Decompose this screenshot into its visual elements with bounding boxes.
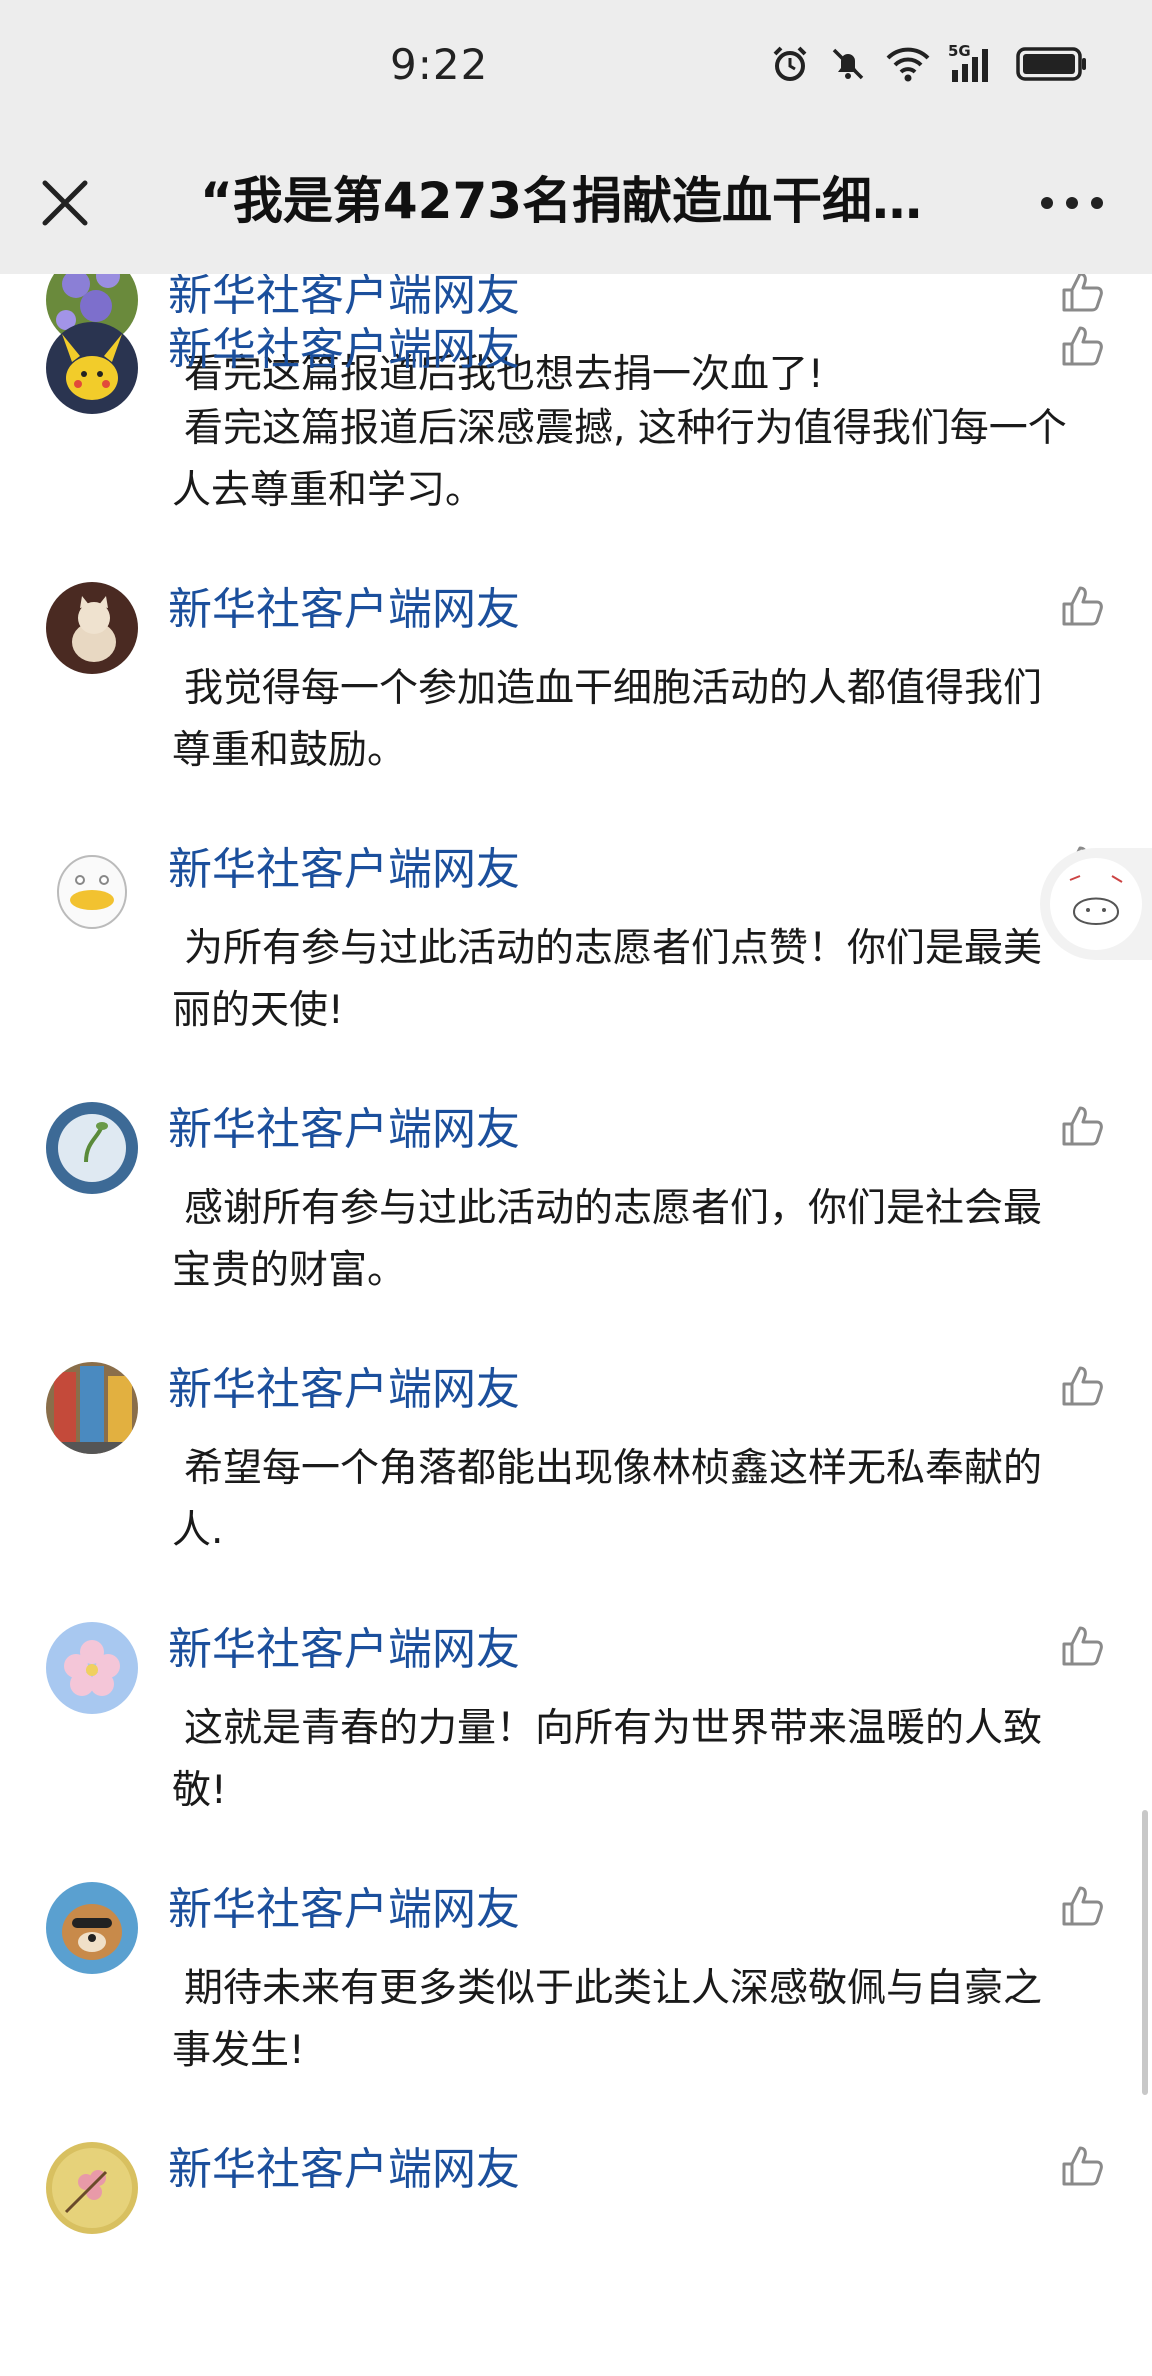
floating-sticker-button[interactable] (1040, 848, 1152, 960)
close-icon (42, 180, 88, 226)
battery-icon (1016, 47, 1086, 81)
more-icon (1041, 197, 1103, 209)
alarm-icon (773, 46, 807, 81)
comment-text: 希望每一个角落都能出现像林桢鑫这样无私奉献的人. (172, 1446, 1043, 1553)
like-icon[interactable] (1058, 2142, 1106, 2190)
comment-text: 这就是青春的力量！向所有为世界带来温暖的人致敬! (172, 1706, 1043, 1813)
street-avatar-icon[interactable] (46, 1362, 138, 1454)
comment-item: 新华社客户端网友 希望每一个角落都能出现像林桢鑫这样无私奉献的人. (0, 1338, 1152, 1598)
more-button[interactable] (1032, 178, 1112, 228)
comment-list[interactable]: 新华社客户端网友 看完这篇报道后我也想去捐一次血了! 新华社客户端网友 看完这篇… (0, 274, 1152, 2376)
comment-text: 为所有参与过此活动的志愿者们点赞！你们是最美丽的天使! (172, 926, 1043, 1033)
comment-item: 新华社客户端网友 (0, 2118, 1152, 2376)
like-icon[interactable] (1058, 1622, 1106, 1670)
comment-author[interactable]: 新华社客户端网友 (168, 582, 520, 638)
comment-author[interactable]: 新华社客户端网友 (168, 1622, 520, 1678)
comment-author[interactable]: 新华社客户端网友 (168, 2142, 520, 2198)
comment-text: 感谢所有参与过此活动的志愿者们，你们是社会最宝贵的财富。 (172, 1186, 1043, 1293)
like-icon[interactable] (1058, 582, 1106, 630)
status-icons: 5G (770, 42, 1088, 86)
comment-author[interactable]: 新华社客户端网友 (168, 842, 520, 898)
comment-text: 我觉得每一个参加造血干细胞活动的人都值得我们尊重和鼓励。 (172, 666, 1043, 773)
bowl-avatar-icon[interactable] (46, 1102, 138, 1194)
comment-author[interactable]: 新华社客户端网友 (168, 1102, 520, 1158)
like-icon[interactable] (1058, 322, 1106, 370)
status-bar: 9:22 5G (0, 0, 1152, 128)
comment-item: 新华社客户端网友 这就是青春的力量！向所有为世界带来温暖的人致敬! (0, 1598, 1152, 1858)
comment-item: 新华社客户端网友 期待未来有更多类似于此类让人深感敬佩与自豪之事发生! (0, 1858, 1152, 2118)
dog-avatar-icon[interactable] (46, 1882, 138, 1974)
status-time: 9:22 (390, 40, 489, 89)
like-icon[interactable] (1058, 1362, 1106, 1410)
mute-icon (832, 48, 864, 80)
peach-blossom-avatar-icon[interactable] (46, 2142, 138, 2234)
scrollbar[interactable] (1142, 1810, 1148, 2095)
comment-author[interactable]: 新华社客户端网友 (168, 1882, 520, 1938)
comment-author[interactable]: 新华社客户端网友 (168, 1362, 520, 1418)
pikachu-avatar-icon[interactable] (46, 322, 138, 414)
blossom-avatar-icon[interactable] (46, 1622, 138, 1714)
page-title: “我是第4273名捐献造血干细… (200, 172, 923, 230)
comment-text: 期待未来有更多类似于此类让人深感敬佩与自豪之事发生! (172, 1966, 1043, 2073)
cat-avatar-icon[interactable] (46, 582, 138, 674)
comment-item: 新华社客户端网友 看完这篇报道后深感震撼, 这种行为值得我们每一个人去尊重和学习… (0, 298, 1152, 558)
sticker-icon (1050, 858, 1142, 950)
wifi-icon (886, 47, 930, 82)
comment-item: 新华社客户端网友 为所有参与过此活动的志愿者们点赞！你们是最美丽的天使! (0, 818, 1152, 1078)
duck-avatar-icon[interactable] (46, 842, 138, 934)
comment-item: 新华社客户端网友 我觉得每一个参加造血干细胞活动的人都值得我们尊重和鼓励。 (0, 558, 1152, 818)
comment-text (172, 2218, 1072, 2280)
nav-bar: “我是第4273名捐献造血干细… (0, 128, 1152, 274)
like-icon[interactable] (1058, 1882, 1106, 1930)
comment-text: 看完这篇报道后深感震撼, 这种行为值得我们每一个人去尊重和学习。 (172, 406, 1067, 513)
close-button[interactable] (30, 168, 100, 238)
signal-icon: 5G (948, 42, 998, 84)
comment-author[interactable]: 新华社客户端网友 (168, 322, 520, 378)
like-icon[interactable] (1058, 1102, 1106, 1150)
comment-item: 新华社客户端网友 感谢所有参与过此活动的志愿者们，你们是社会最宝贵的财富。 (0, 1078, 1152, 1338)
